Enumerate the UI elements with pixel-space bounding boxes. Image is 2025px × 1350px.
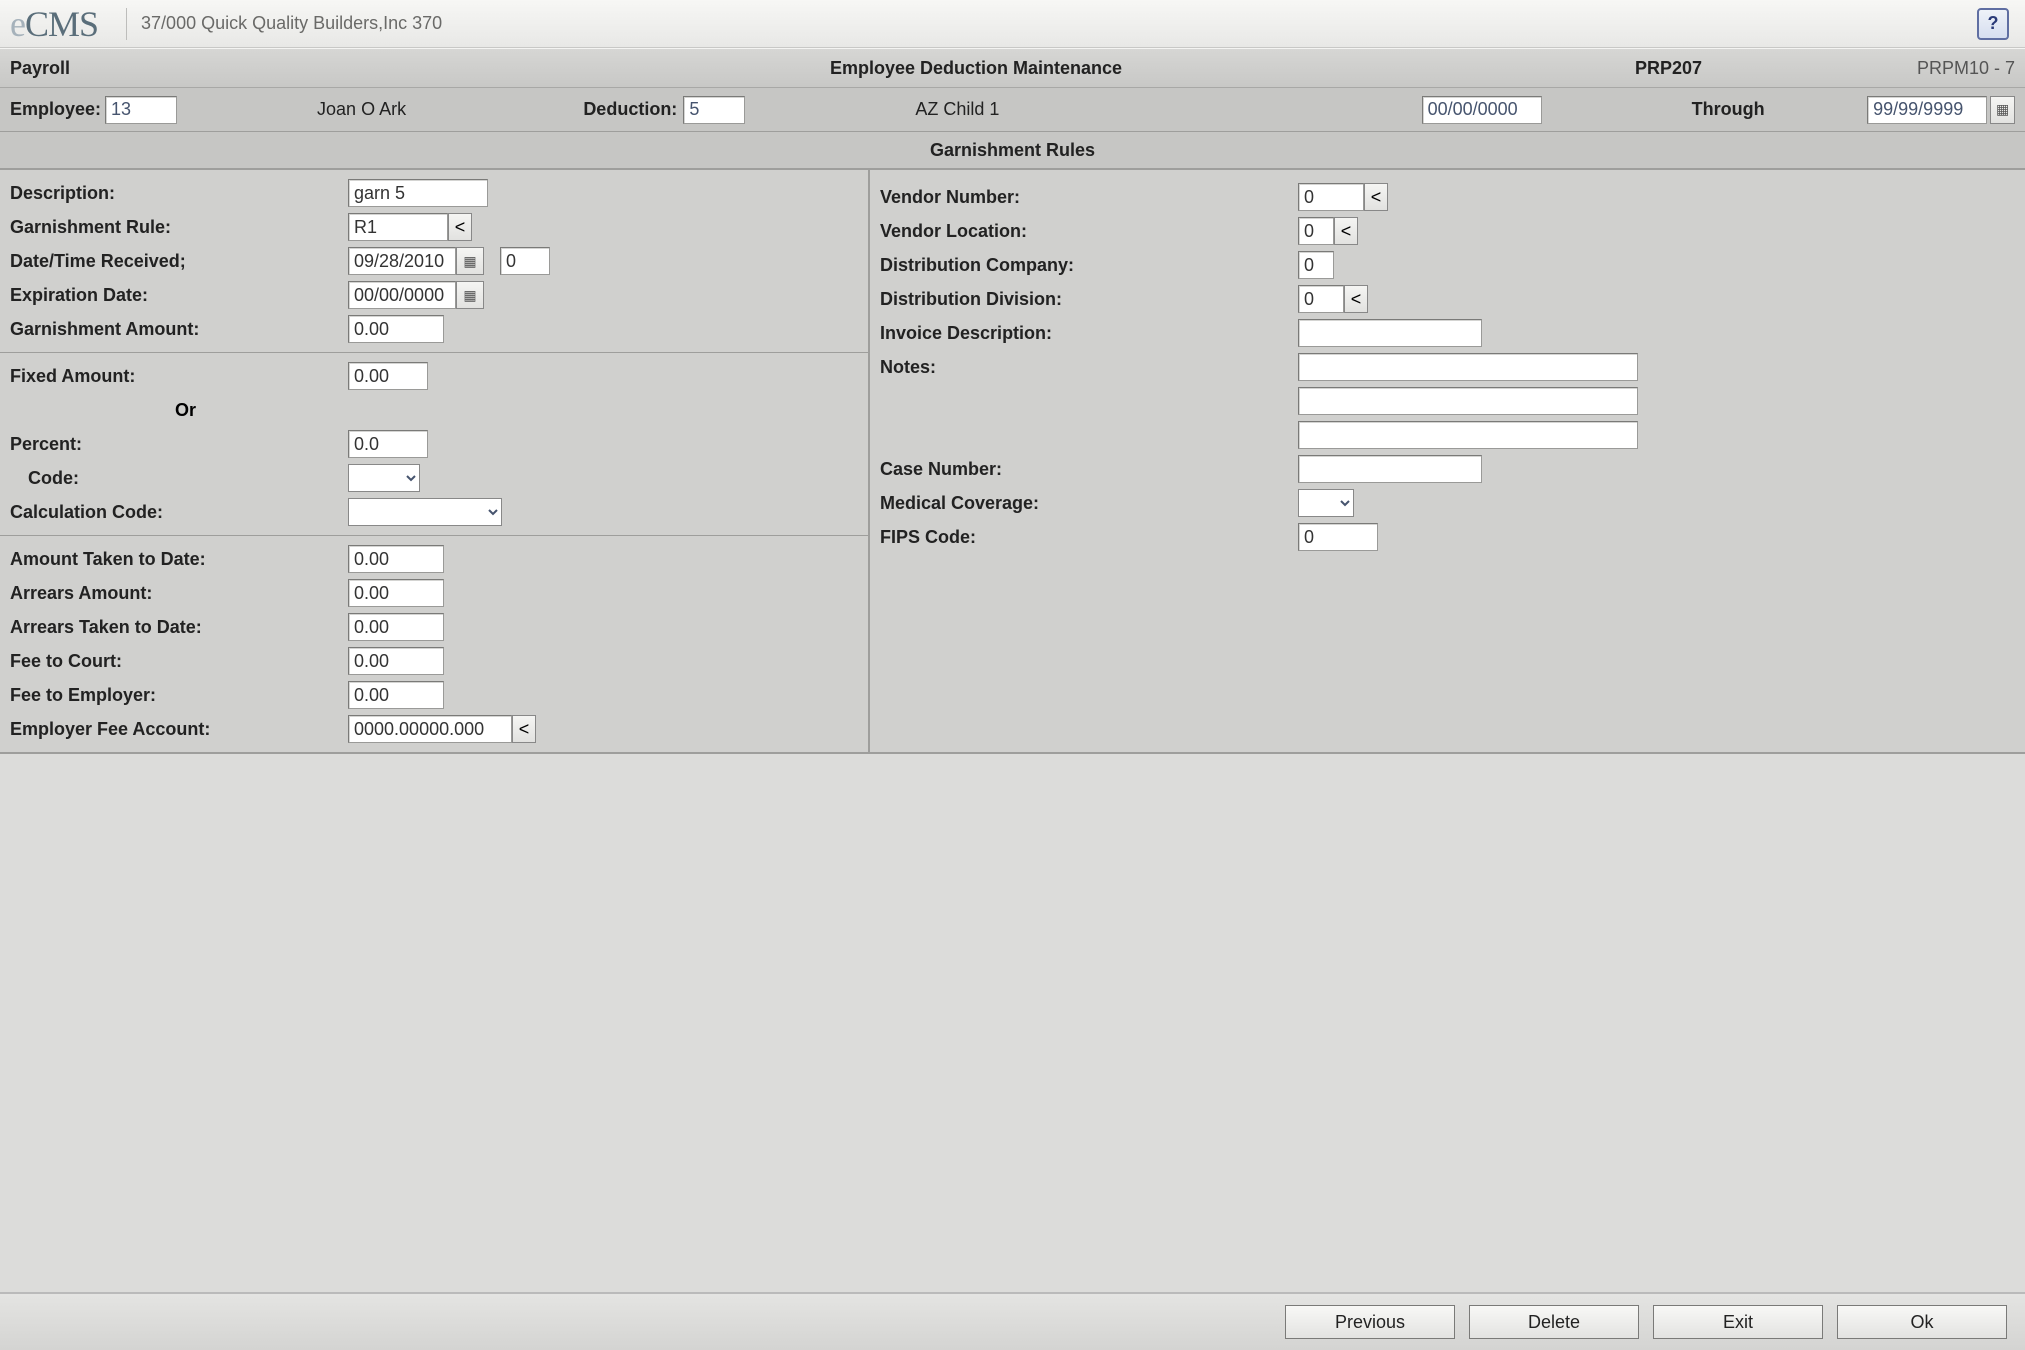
garnishment-rule-lookup-button[interactable]: < xyxy=(448,213,472,241)
calendar-icon[interactable]: ▦ xyxy=(1990,96,2015,124)
deduction-name: AZ Child 1 xyxy=(915,99,1161,120)
dist-division-input[interactable] xyxy=(1298,285,1344,313)
fixed-amount-label: Fixed Amount: xyxy=(10,366,340,387)
section-header: Garnishment Rules xyxy=(0,132,2025,170)
vendor-number-label: Vendor Number: xyxy=(880,187,1290,208)
notes-input-3[interactable] xyxy=(1298,421,1638,449)
case-number-label: Case Number: xyxy=(880,459,1290,480)
vendor-number-input[interactable] xyxy=(1298,183,1364,211)
vendor-location-lookup-button[interactable]: < xyxy=(1334,217,1358,245)
arrears-amount-input[interactable] xyxy=(348,579,444,607)
logo-e: e xyxy=(10,4,25,44)
delete-button[interactable]: Delete xyxy=(1469,1305,1639,1339)
arrears-amount-label: Arrears Amount: xyxy=(10,583,340,604)
date-time-received-input[interactable] xyxy=(348,247,456,275)
form-right-column: Vendor Number: < Vendor Location: < Dist… xyxy=(870,170,2025,752)
notes-input-2[interactable] xyxy=(1298,387,1638,415)
titlebar: Payroll Employee Deduction Maintenance P… xyxy=(0,48,2025,88)
vendor-location-label: Vendor Location: xyxy=(880,221,1290,242)
arrears-taken-label: Arrears Taken to Date: xyxy=(10,617,340,638)
case-number-input[interactable] xyxy=(1298,455,1482,483)
ok-button[interactable]: Ok xyxy=(1837,1305,2007,1339)
fee-court-label: Fee to Court: xyxy=(10,651,340,672)
expiration-date-input[interactable] xyxy=(348,281,456,309)
notes-input-1[interactable] xyxy=(1298,353,1638,381)
fips-code-input[interactable] xyxy=(1298,523,1378,551)
notes-label: Notes: xyxy=(880,357,1290,378)
employer-fee-account-label: Employer Fee Account: xyxy=(10,719,340,740)
vendor-location-input[interactable] xyxy=(1298,217,1334,245)
logo-rest: CMS xyxy=(25,4,98,44)
date-time-received-calendar-icon[interactable]: ▦ xyxy=(456,247,484,275)
dist-division-label: Distribution Division: xyxy=(880,289,1290,310)
fips-code-label: FIPS Code: xyxy=(880,527,1290,548)
invoice-desc-label: Invoice Description: xyxy=(880,323,1290,344)
medical-coverage-label: Medical Coverage: xyxy=(880,493,1290,514)
medical-coverage-select[interactable] xyxy=(1298,489,1354,517)
garnishment-rule-input[interactable] xyxy=(348,213,448,241)
garnishment-amount-label: Garnishment Amount: xyxy=(10,319,340,340)
expiration-date-calendar-icon[interactable]: ▦ xyxy=(456,281,484,309)
garnishment-amount-input[interactable] xyxy=(348,315,444,343)
employee-input[interactable] xyxy=(105,96,177,124)
program-ref: PRPM10 - 7 xyxy=(1855,58,2015,79)
amount-taken-label: Amount Taken to Date: xyxy=(10,549,340,570)
percent-input[interactable] xyxy=(348,430,428,458)
program-code: PRP207 xyxy=(1635,58,1855,79)
fee-employer-input[interactable] xyxy=(348,681,444,709)
description-input[interactable] xyxy=(348,179,488,207)
help-icon: ? xyxy=(1988,13,1999,34)
date-time-received-label: Date/Time Received; xyxy=(10,251,340,272)
app-logo: eCMS xyxy=(10,3,98,45)
deduction-input[interactable] xyxy=(683,96,745,124)
chevron-left-icon: < xyxy=(1371,187,1382,208)
module-name: Payroll xyxy=(10,58,830,79)
deduction-label: Deduction: xyxy=(583,99,677,120)
fee-employer-label: Fee to Employer: xyxy=(10,685,340,706)
help-button[interactable]: ? xyxy=(1977,8,2009,40)
invoice-desc-input[interactable] xyxy=(1298,319,1482,347)
fixed-amount-input[interactable] xyxy=(348,362,428,390)
dist-company-input[interactable] xyxy=(1298,251,1334,279)
chevron-left-icon: < xyxy=(1351,289,1362,310)
footer: Previous Delete Exit Ok xyxy=(0,1292,2025,1350)
app-topbar: eCMS 37/000 Quick Quality Builders,Inc 3… xyxy=(0,0,2025,48)
form-area: Description: Garnishment Rule: < Date/Ti… xyxy=(0,170,2025,754)
date-time-received-time-input[interactable] xyxy=(500,247,550,275)
expiration-date-label: Expiration Date: xyxy=(10,285,340,306)
code-label: Code: xyxy=(10,468,340,489)
calc-code-select[interactable] xyxy=(348,498,502,526)
description-label: Description: xyxy=(10,183,340,204)
amount-taken-input[interactable] xyxy=(348,545,444,573)
dist-division-lookup-button[interactable]: < xyxy=(1344,285,1368,313)
chevron-left-icon: < xyxy=(455,217,466,238)
date-to-input[interactable] xyxy=(1867,96,1987,124)
chevron-left-icon: < xyxy=(1341,221,1352,242)
company-info: 37/000 Quick Quality Builders,Inc 370 xyxy=(141,13,442,34)
garnishment-rule-label: Garnishment Rule: xyxy=(10,217,340,238)
fee-court-input[interactable] xyxy=(348,647,444,675)
percent-label: Percent: xyxy=(10,434,340,455)
form-left-column: Description: Garnishment Rule: < Date/Ti… xyxy=(0,170,870,752)
page-title: Employee Deduction Maintenance xyxy=(830,58,1635,79)
previous-button[interactable]: Previous xyxy=(1285,1305,1455,1339)
or-label: Or xyxy=(10,400,340,421)
employer-fee-account-input[interactable] xyxy=(348,715,512,743)
exit-button[interactable]: Exit xyxy=(1653,1305,1823,1339)
calc-code-label: Calculation Code: xyxy=(10,502,340,523)
header-row: Employee: Joan O Ark Deduction: AZ Child… xyxy=(0,88,2025,132)
employer-fee-account-lookup-button[interactable]: < xyxy=(512,715,536,743)
code-select[interactable] xyxy=(348,464,420,492)
chevron-left-icon: < xyxy=(519,719,530,740)
through-label: Through xyxy=(1692,99,1798,120)
employee-name: Joan O Ark xyxy=(317,99,563,120)
arrears-taken-input[interactable] xyxy=(348,613,444,641)
date-from-input[interactable] xyxy=(1422,96,1542,124)
dist-company-label: Distribution Company: xyxy=(880,255,1290,276)
employee-label: Employee: xyxy=(10,99,101,120)
logo-divider xyxy=(126,8,127,40)
vendor-number-lookup-button[interactable]: < xyxy=(1364,183,1388,211)
